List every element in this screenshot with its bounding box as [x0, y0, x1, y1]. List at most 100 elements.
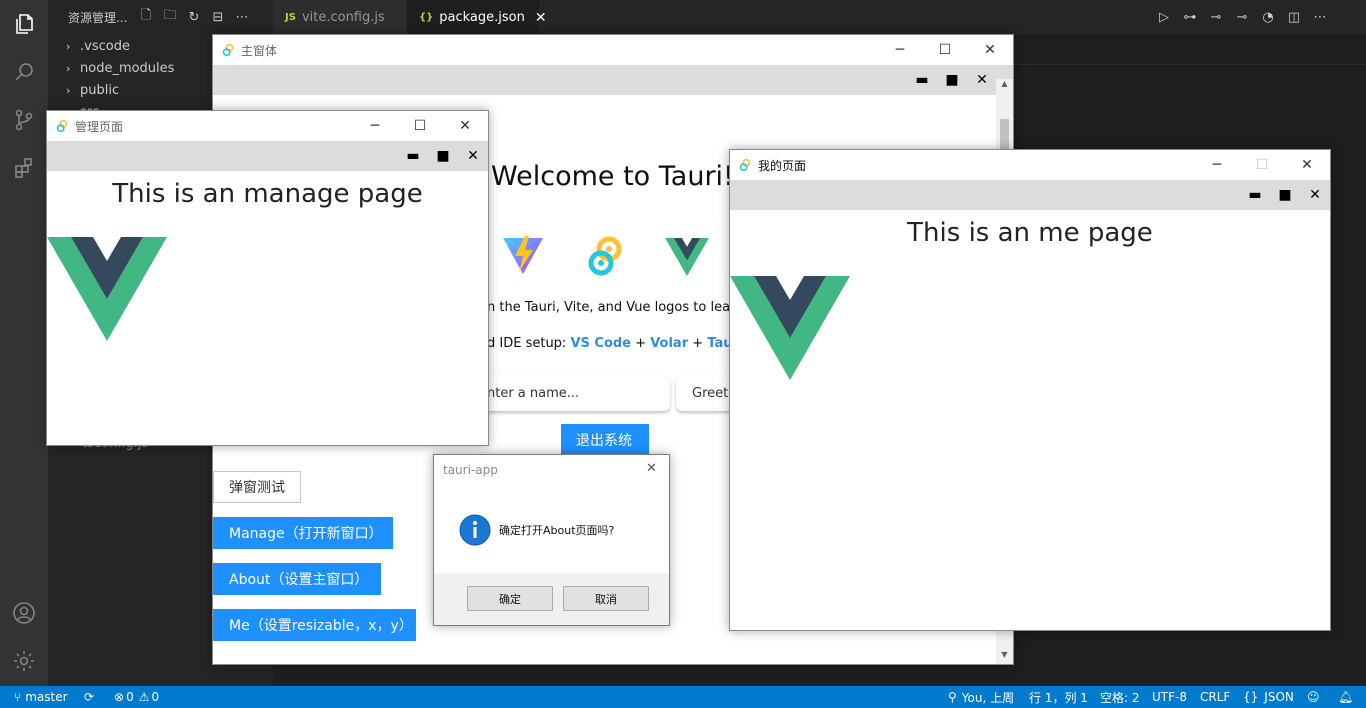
sync-icon[interactable]: ⟳ — [84, 686, 94, 708]
maximize-icon[interactable]: ■ — [1270, 180, 1300, 210]
me-heading: This is an me page — [907, 218, 1153, 248]
vite-logo-icon[interactable] — [501, 234, 545, 278]
explorer-toolbar: 🗋 🗀 ↻ ⊟ ⋯ — [138, 8, 250, 26]
minimize-icon[interactable]: ▬ — [398, 141, 428, 171]
maximize-button[interactable]: ☐ — [397, 111, 443, 141]
minimize-button[interactable]: ─ — [1194, 150, 1240, 180]
language-mode[interactable]: {} JSON — [1243, 686, 1294, 708]
git-prev-icon[interactable]: ⊸ — [1208, 9, 1224, 25]
dialog-title: tauri-app — [443, 463, 498, 477]
notifications-bell-icon[interactable]: 🔔︎ — [1338, 686, 1353, 708]
about-button[interactable]: About（设置主窗口） — [213, 563, 381, 595]
tauri-app-icon — [222, 43, 234, 57]
more-actions-icon[interactable]: ⋯ — [1312, 9, 1328, 25]
chevron-right-icon: › — [66, 83, 71, 97]
close-icon[interactable]: ✕ — [458, 141, 488, 171]
welcome-heading: Welcome to Tauri! — [491, 161, 734, 192]
explorer-icon[interactable] — [8, 8, 40, 40]
git-next-icon[interactable]: ⊸ — [1234, 9, 1250, 25]
tree-item[interactable]: › public — [66, 79, 119, 101]
new-file-icon[interactable]: 🗋 — [138, 8, 154, 26]
error-icon: ⊗ — [114, 690, 125, 704]
indentation[interactable]: 空格: 2 — [1100, 686, 1140, 708]
maximize-icon[interactable]: ■ — [428, 141, 458, 171]
tauri-logo-icon[interactable] — [583, 232, 627, 280]
manage-window-titlebar[interactable]: 管理页面 ─ ☐ ✕ — [47, 111, 488, 141]
plus-text: + — [635, 336, 647, 351]
confirm-dialog: tauri-app ✕ 确定打开About页面吗? 确定 取消 — [433, 454, 670, 626]
split-editor-icon[interactable]: ◫ — [1286, 9, 1302, 25]
json-file-icon: {} — [419, 12, 434, 23]
ok-button[interactable]: 确定 — [467, 586, 553, 611]
logo-hint-text: n the Tauri, Vite, and Vue logos to lear… — [487, 300, 744, 315]
tree-item[interactable]: › .vscode — [66, 35, 130, 57]
problems-indicator[interactable]: ⊗ 0 ⚠ 0 — [114, 686, 159, 708]
vue-logo-icon — [730, 276, 850, 380]
manage-window-title: 管理页面 — [75, 119, 124, 134]
vue-logo-icon[interactable] — [665, 238, 709, 276]
dialog-titlebar[interactable]: tauri-app ✕ — [434, 455, 669, 485]
tab-vite-config[interactable]: JS vite.config.js — [273, 0, 406, 35]
chevron-right-icon: › — [66, 39, 71, 53]
popup-test-button[interactable]: 弹窗测试 — [213, 471, 301, 503]
logout-button[interactable]: 退出系统 — [561, 424, 649, 456]
search-icon[interactable] — [8, 56, 40, 88]
tree-item[interactable]: › node_modules — [66, 57, 174, 79]
cancel-button[interactable]: 取消 — [563, 586, 649, 611]
blame-icon: ⚲ — [948, 690, 957, 704]
minimize-button[interactable]: ─ — [352, 111, 398, 141]
name-input[interactable]: nter a name... — [475, 376, 670, 411]
me-window: 我的页面 ─ ☐ ✕ ▬ ■ ✕ This is an me page — [729, 149, 1331, 631]
manage-button[interactable]: Manage（打开新窗口） — [213, 517, 393, 549]
volar-link[interactable]: Volar — [650, 336, 688, 351]
refresh-icon[interactable]: ↻ — [186, 8, 202, 26]
settings-gear-icon[interactable] — [8, 645, 40, 677]
minimize-icon[interactable]: ▬ — [907, 65, 937, 95]
editor-actions: ▷ ⊶ ⊸ ⊸ ◔ ◫ ⋯ — [1156, 9, 1328, 25]
close-icon[interactable]: ✕ — [1300, 180, 1330, 210]
main-window-titlebar[interactable]: 主窗体 ─ ☐ ✕ — [213, 35, 1013, 65]
tab-package-json[interactable]: {} package.json ✕ — [407, 0, 547, 35]
more-icon[interactable]: ⋯ — [234, 8, 250, 26]
plus-text: + — [692, 336, 704, 351]
new-folder-icon[interactable]: 🗀 — [162, 8, 178, 26]
timeline-icon[interactable]: ◔ — [1260, 9, 1276, 25]
maximize-button[interactable]: ☐ — [922, 35, 968, 65]
me-window-titlebar[interactable]: 我的页面 ─ ☐ ✕ — [730, 150, 1330, 180]
status-bar: ⑂ master ⟳ ⊗ 0 ⚠ 0 ⚲ You, 上周 行 1，列 1 空格:… — [0, 686, 1366, 708]
collapse-all-icon[interactable]: ⊟ — [210, 8, 226, 26]
editor-tabbar: JS vite.config.js {} package.json ✕ ▷ ⊶ … — [273, 0, 1366, 35]
warning-icon: ⚠ — [138, 690, 150, 704]
line-ending[interactable]: CRLF — [1200, 686, 1230, 708]
account-icon[interactable] — [8, 597, 40, 629]
scroll-up-icon[interactable]: ▲ — [996, 79, 1013, 93]
tauri-app-icon — [56, 119, 68, 133]
cursor-position[interactable]: 行 1，列 1 — [1029, 686, 1088, 708]
close-button[interactable]: ✕ — [1284, 150, 1330, 180]
close-button[interactable]: ✕ — [967, 35, 1013, 65]
me-window-toolbar: ▬ ■ ✕ — [730, 180, 1330, 210]
encoding[interactable]: UTF-8 — [1152, 686, 1187, 708]
activity-bar — [0, 0, 48, 686]
minimize-button[interactable]: ─ — [877, 35, 923, 65]
source-control-icon[interactable] — [8, 104, 40, 136]
me-button[interactable]: Me（设置resizable，x，y） — [213, 609, 416, 641]
feedback-icon[interactable]: ☺ — [1307, 686, 1320, 708]
maximize-icon[interactable]: ■ — [937, 65, 967, 95]
git-compare-icon[interactable]: ⊶ — [1182, 9, 1198, 25]
run-icon[interactable]: ▷ — [1156, 9, 1172, 25]
close-icon[interactable]: ✕ — [967, 65, 997, 95]
close-icon[interactable]: ✕ — [646, 461, 657, 476]
close-icon[interactable]: ✕ — [535, 10, 547, 26]
git-blame[interactable]: ⚲ You, 上周 — [948, 686, 1014, 708]
vscode-link[interactable]: VS Code — [570, 336, 631, 351]
branch-indicator[interactable]: ⑂ master — [14, 686, 68, 708]
manage-window: 管理页面 ─ ☐ ✕ ▬ ■ ✕ This is an manage page — [46, 110, 489, 446]
git-branch-icon: ⑂ — [14, 690, 22, 704]
close-button[interactable]: ✕ — [442, 111, 488, 141]
minimize-icon[interactable]: ▬ — [1240, 180, 1270, 210]
scroll-down-icon[interactable]: ▼ — [996, 650, 1013, 664]
extensions-icon[interactable] — [8, 152, 40, 184]
me-window-title: 我的页面 — [758, 158, 807, 173]
main-window-title: 主窗体 — [241, 43, 278, 58]
